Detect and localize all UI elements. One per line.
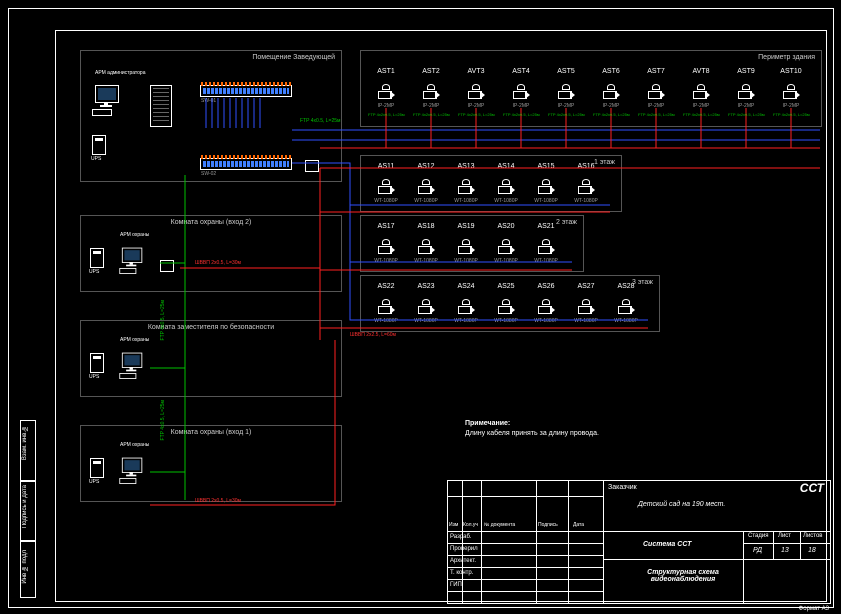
box-guard2 xyxy=(160,260,174,272)
ups-guard2: UPS xyxy=(90,248,104,268)
room-guard1-title: Комната охраны (вход 1) xyxy=(171,429,252,436)
camera-AS28: AS28WT-1080P xyxy=(605,283,647,324)
side-vzam: Взам. инв.№ xyxy=(22,425,28,460)
tb-col-sign: Подпись xyxy=(538,522,558,528)
cable-label-AVT3: FTP 4x2x0.5, L=25м xyxy=(458,112,495,117)
camera-AVT8: AVT8IP-2MP xyxy=(680,68,722,109)
tb-col-ndoc: № документа xyxy=(484,522,515,528)
tb-sheets-h: Листов xyxy=(803,533,823,539)
ups-main: UPS xyxy=(92,135,106,155)
camera-AST10: AST10IP-2MP xyxy=(770,68,812,109)
note-title: Примечание: xyxy=(465,420,510,427)
tb-stage-h: Стадия xyxy=(748,533,768,539)
camera-AS14: AS14WT-1080P xyxy=(485,163,527,204)
camera-AST6: AST6IP-2MP xyxy=(590,68,632,109)
server-rack xyxy=(150,85,172,127)
cable-red-guard2: ШВВП 2x0.5, L=30м xyxy=(195,260,241,266)
switch-2: SW-02 xyxy=(200,158,292,170)
room-guard2-title: Комната охраны (вход 2) xyxy=(171,219,252,226)
side-sign: Подпись и дата xyxy=(22,485,28,528)
cable-label-AST9: FTP 4x2x0.5, L=25м xyxy=(728,112,765,117)
camera-AS18: AS18WT-1080P xyxy=(405,223,447,264)
camera-AS26: AS26WT-1080P xyxy=(525,283,567,324)
camera-AVT3: AVT3IP-2MP xyxy=(455,68,497,109)
title-block: Заказчик ССТ Детский сад на 190 мест. Си… xyxy=(447,480,831,604)
tb-company: ССТ xyxy=(800,481,824,495)
camera-AST4: AST4IP-2MP xyxy=(500,68,542,109)
tb-system: Система ССТ xyxy=(643,541,691,548)
camera-AST5: AST5IP-2MP xyxy=(545,68,587,109)
cable-label-AST7: FTP 4x2x0.5, L=25м xyxy=(638,112,675,117)
camera-AST7: AST7IP-2MP xyxy=(635,68,677,109)
side-stamp: Инв № подл Подпись и дата Взам. инв.№ xyxy=(20,420,50,600)
camera-AS27: AS27WT-1080P xyxy=(565,283,607,324)
tb-sheet-h: Лист xyxy=(778,533,791,539)
tb-row-arhit: Архитект. xyxy=(450,558,476,564)
cable-label-AST5: FTP 4x2x0.5, L=25м xyxy=(548,112,585,117)
tb-row-razrab: Разраб. xyxy=(450,534,472,540)
cable-label-AST10: FTP 4x2x0.5, L=25м xyxy=(773,112,810,117)
camera-AS17: AS17WT-1080P xyxy=(365,223,407,264)
camera-AS19: AS19WT-1080P xyxy=(445,223,487,264)
ups-guard1: UPS xyxy=(90,458,104,478)
camera-AS15: AS15WT-1080P xyxy=(525,163,567,204)
camera-AS20: AS20WT-1080P xyxy=(485,223,527,264)
camera-AST1: AST1IP-2MP xyxy=(365,68,407,109)
camera-AST2: AST2IP-2MP xyxy=(410,68,452,109)
cable-label-AST1: FTP 4x2x0.5, L=25м xyxy=(368,112,405,117)
tb-row-gip: ГИП xyxy=(450,582,462,588)
room-perimeter-title: Периметр здания xyxy=(758,54,815,61)
arm-admin-ws xyxy=(90,85,125,120)
ws-deputy xyxy=(118,353,148,383)
camera-AS24: AS24WT-1080P xyxy=(445,283,487,324)
camera-AS12: AS12WT-1080P xyxy=(405,163,447,204)
cable-label-AST2: FTP 4x2x0.5, L=25м xyxy=(413,112,450,117)
cable-green-vert1: FTP 4x0.5, L=25м xyxy=(160,300,166,340)
cable-red-bus: ШВВП 2x2.5, L=60м xyxy=(350,332,396,338)
ws-guard2-label: АРМ охраны xyxy=(120,232,149,238)
camera-AS11: AS11WT-1080P xyxy=(365,163,407,204)
camera-AS22: AS22WT-1080P xyxy=(365,283,407,324)
tb-sheets: 18 xyxy=(808,547,816,554)
cable-label-AST6: FTP 4x2x0.5, L=25м xyxy=(593,112,630,117)
ws-guard1 xyxy=(118,458,148,488)
note-body: Длину кабеля принять за длину провода. xyxy=(465,430,599,437)
arm-admin-label: АРМ администратора xyxy=(95,70,145,76)
tb-col-kuch: Кол.уч xyxy=(463,522,478,528)
ws-guard2 xyxy=(118,248,148,278)
cable-label-AST4: FTP 4x2x0.5, L=25м xyxy=(503,112,540,117)
tb-col-date: Дата xyxy=(573,522,584,528)
tb-customer: Заказчик xyxy=(608,484,637,491)
room-manager-title: Помещение Заведующей xyxy=(252,54,335,61)
tb-col-izm: Изм xyxy=(449,522,458,528)
camera-AS13: AS13WT-1080P xyxy=(445,163,487,204)
format-label: Формат А3 xyxy=(799,606,829,612)
cable-green: FTP 4x0.5, L=25м xyxy=(300,118,340,124)
switch-1: SW-01 xyxy=(200,85,292,97)
cable-red-guard1: ШВВП 2x0.5, L=30м xyxy=(195,498,241,504)
ups-deputy: UPS xyxy=(90,353,104,373)
tb-stage: РД xyxy=(753,547,762,554)
tb-sheet: 13 xyxy=(781,547,789,554)
tb-project: Детский сад на 190 мест. xyxy=(638,501,725,508)
tb-drawing: Структурная схема видеонаблюдения xyxy=(628,569,738,583)
ws-deputy-label: АРМ охраны xyxy=(120,337,149,343)
side-inv: Инв № подл xyxy=(22,550,28,584)
tb-row-proveril: Проверил xyxy=(450,546,478,552)
camera-AS21: AS21WT-1080P xyxy=(525,223,567,264)
room-deputy-title: Комната заместителя по безопасности xyxy=(148,324,274,331)
ws-guard1-label: АРМ охраны xyxy=(120,442,149,448)
camera-AS16: AS16WT-1080P xyxy=(565,163,607,204)
camera-AST9: AST9IP-2MP xyxy=(725,68,767,109)
camera-AS23: AS23WT-1080P xyxy=(405,283,447,324)
power-box xyxy=(305,160,319,172)
cable-green-vert2: FTP 4x0.5, L=25м xyxy=(160,400,166,440)
tb-row-tkontr: Т. контр. xyxy=(450,570,473,576)
cable-label-AVT8: FTP 4x2x0.5, L=25м xyxy=(683,112,720,117)
camera-AS25: AS25WT-1080P xyxy=(485,283,527,324)
